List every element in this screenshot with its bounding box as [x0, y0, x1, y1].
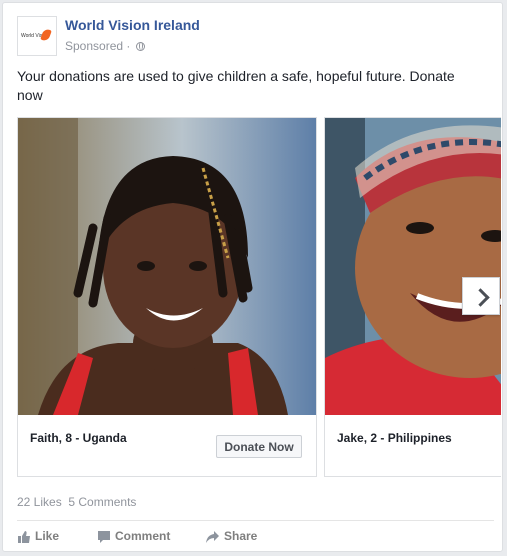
sponsored-label[interactable]: Sponsored: [65, 39, 123, 53]
comments-count[interactable]: 5 Comments: [68, 495, 136, 509]
card-caption-faith: Faith, 8 - Uganda: [30, 431, 127, 445]
page-avatar[interactable]: World Vision: [17, 16, 57, 56]
card-caption-jake: Jake, 2 - Philippines: [337, 431, 452, 445]
sponsored-meta: Sponsored ·: [65, 39, 145, 53]
comment-button[interactable]: Comment: [97, 529, 170, 544]
carousel-card-faith[interactable]: Faith, 8 - Uganda Donate Now: [17, 117, 317, 477]
thumbs-up-icon: [18, 530, 30, 543]
share-label: Share: [224, 529, 258, 543]
post-message: Your donations are used to give children…: [17, 68, 455, 103]
comment-label: Comment: [115, 529, 171, 543]
world-vision-logo-icon: [40, 27, 52, 43]
page-name-link[interactable]: World Vision Ireland: [65, 17, 200, 33]
sponsored-post: World Vision World Vision Ireland Sponso…: [2, 2, 503, 552]
meta-separator: ·: [126, 39, 131, 53]
comment-icon: [98, 530, 110, 543]
card-photo-faith[interactable]: [18, 118, 316, 415]
carousel-next-button[interactable]: [462, 277, 500, 315]
globe-icon[interactable]: [135, 42, 145, 51]
post-stats: 22 Likes 5 Comments: [17, 495, 136, 509]
share-arrow-icon: [206, 530, 219, 543]
donate-now-button[interactable]: Donate Now: [216, 435, 302, 458]
like-button[interactable]: Like: [17, 529, 59, 544]
share-button[interactable]: Share: [205, 529, 257, 544]
likes-count[interactable]: 22 Likes: [17, 495, 62, 509]
carousel: Faith, 8 - Uganda Donate Now Jake, 2 - P…: [17, 117, 501, 479]
actions-divider: [17, 520, 494, 521]
card-photo-jake[interactable]: [325, 118, 501, 415]
like-label: Like: [35, 529, 60, 543]
chevron-right-icon: [471, 288, 490, 307]
